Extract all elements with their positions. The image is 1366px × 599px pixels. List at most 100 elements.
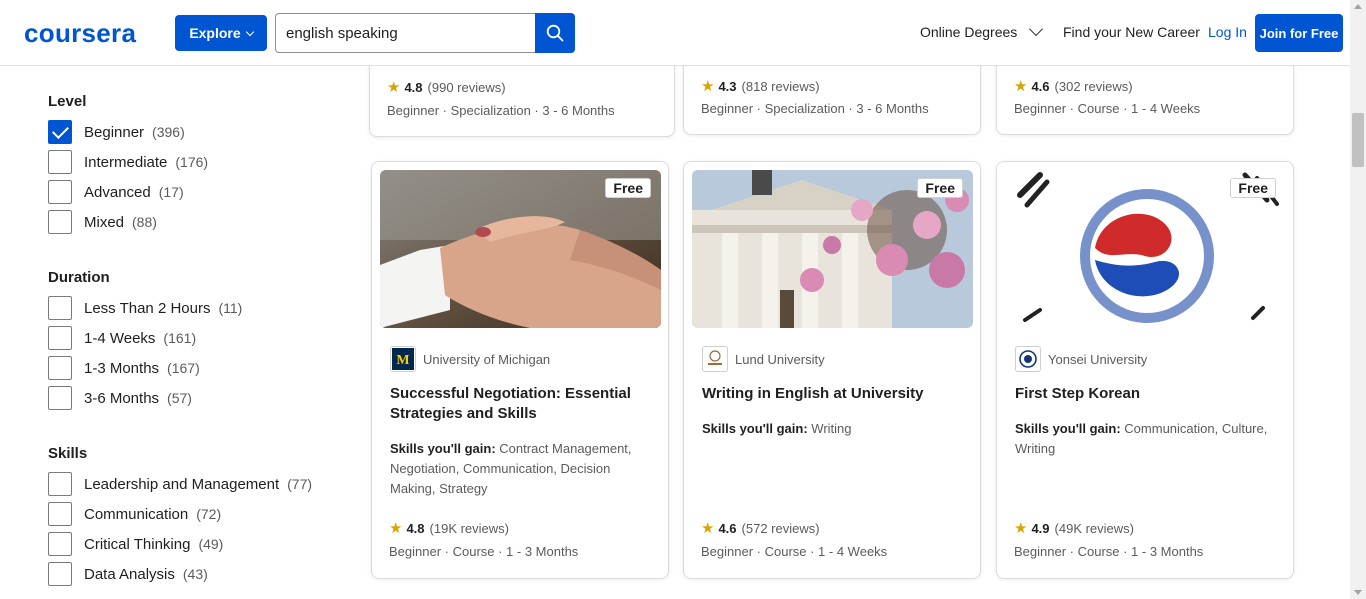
scroll-up-arrow-icon[interactable] <box>1354 4 1362 9</box>
filter-label: Leadership and Management <box>84 475 280 493</box>
filter-option-communication[interactable]: Communication (72) <box>48 502 221 526</box>
filter-option-advanced[interactable]: Advanced (17) <box>48 180 184 204</box>
filter-option-3-6-months[interactable]: 3-6 Months (57) <box>48 386 192 410</box>
checkbox[interactable] <box>48 150 72 174</box>
filter-title-skills: Skills <box>48 445 88 462</box>
course-card-first-step-korean[interactable]: Free Yonsei University First Step Korean… <box>996 161 1294 579</box>
filter-count: (88) <box>132 214 157 230</box>
card-rating: ★ 4.6 (302 reviews) <box>1014 77 1133 95</box>
rating-value: 4.8 <box>406 520 425 536</box>
course-title[interactable]: Successful Negotiation: Essential Strate… <box>390 384 650 424</box>
checkbox[interactable] <box>48 562 72 586</box>
filter-option-intermediate[interactable]: Intermediate (176) <box>48 150 208 174</box>
login-link[interactable]: Log In <box>1208 24 1247 40</box>
search-input[interactable] <box>275 13 535 53</box>
filter-title-duration: Duration <box>48 269 110 286</box>
review-count: (302 reviews) <box>1054 78 1133 94</box>
page-scrollbar[interactable] <box>1350 0 1366 599</box>
filter-count: (396) <box>152 124 185 140</box>
filter-option-1-4-weeks[interactable]: 1-4 Weeks (161) <box>48 326 196 350</box>
card-rating: ★ 4.3 (818 reviews) <box>701 77 820 95</box>
checkbox[interactable] <box>48 502 72 526</box>
rating-value: 4.8 <box>404 79 423 95</box>
filter-count: (72) <box>196 506 222 522</box>
skills-list: Writing <box>811 421 852 436</box>
join-for-free-button[interactable]: Join for Free <box>1255 14 1343 52</box>
filter-count: (176) <box>175 154 209 170</box>
checkbox-checked[interactable] <box>48 120 72 144</box>
yonsei-logo-icon <box>1015 346 1041 372</box>
filter-count: (77) <box>287 476 313 492</box>
course-card-negotiation[interactable]: Free M University of Michigan Successful… <box>371 161 669 579</box>
explore-button[interactable]: Explore <box>175 15 267 51</box>
filter-count: (49) <box>198 536 224 552</box>
card-rating: ★ 4.6 (572 reviews) <box>701 519 820 537</box>
filter-label: 1-4 Weeks <box>84 329 156 347</box>
online-degrees-label: Online Degrees <box>920 24 1018 40</box>
filter-count: (17) <box>158 184 184 200</box>
checkbox[interactable] <box>48 356 72 380</box>
card-rating: ★ 4.8 (990 reviews) <box>387 78 506 96</box>
review-count: (818 reviews) <box>741 78 820 94</box>
filter-option-data-analysis[interactable]: Data Analysis (43) <box>48 562 208 586</box>
find-career-link[interactable]: Find your New Career <box>1063 24 1200 40</box>
free-badge: Free <box>1230 178 1276 198</box>
partner-info: Lund University <box>702 346 825 372</box>
filter-option-mixed[interactable]: Mixed (88) <box>48 210 157 234</box>
course-image-taegeuk: Free <box>1005 170 1286 328</box>
filter-option-beginner[interactable]: Beginner (396) <box>48 120 185 144</box>
checkbox[interactable] <box>48 386 72 410</box>
top-header: coursera Explore Online Degrees Find you… <box>0 0 1350 66</box>
online-degrees-menu[interactable]: Online Degrees <box>920 21 1044 40</box>
filter-label: 1-3 Months <box>84 359 160 377</box>
star-icon: ★ <box>389 520 403 537</box>
card-meta: Beginner · Specialization · 3 - 6 Months <box>701 101 929 116</box>
card-meta: Beginner · Course · 1 - 3 Months <box>1014 544 1204 559</box>
checkbox[interactable] <box>48 532 72 556</box>
coursera-logo[interactable]: coursera <box>24 18 136 49</box>
course-title[interactable]: First Step Korean <box>1015 384 1275 404</box>
filter-count: (161) <box>163 330 197 346</box>
scroll-down-arrow-icon[interactable] <box>1354 590 1362 595</box>
review-count: (49K reviews) <box>1054 520 1134 536</box>
filter-title-level: Level <box>48 93 87 110</box>
lund-logo-icon <box>702 346 728 372</box>
partner-info: Yonsei University <box>1015 346 1147 372</box>
checkbox[interactable] <box>48 210 72 234</box>
filter-option-critical-thinking[interactable]: Critical Thinking (49) <box>48 532 223 556</box>
skills-text: Skills you'll gain: Contract Management,… <box>390 439 650 499</box>
chevron-down-icon <box>1029 21 1044 37</box>
search-button[interactable] <box>535 13 575 53</box>
star-icon: ★ <box>701 520 715 537</box>
filter-label: Intermediate <box>84 153 168 171</box>
checkbox[interactable] <box>48 326 72 350</box>
course-title[interactable]: Writing in English at University <box>702 384 962 404</box>
partner-name: Lund University <box>735 351 825 367</box>
checkbox[interactable] <box>48 180 72 204</box>
star-icon: ★ <box>1014 520 1028 537</box>
skills-prefix: Skills you'll gain: <box>1015 421 1121 436</box>
filter-count: (43) <box>182 566 208 582</box>
skills-text: Skills you'll gain: Writing <box>702 419 962 439</box>
explore-label: Explore <box>189 25 241 41</box>
filter-option-less-than-2-hours[interactable]: Less Than 2 Hours (11) <box>48 296 242 320</box>
filter-option-leadership[interactable]: Leadership and Management (77) <box>48 472 312 496</box>
review-count: (990 reviews) <box>427 79 506 95</box>
scrollbar-thumb[interactable] <box>1352 113 1364 167</box>
checkbox[interactable] <box>48 296 72 320</box>
chevron-down-icon <box>245 27 254 36</box>
checkbox[interactable] <box>48 472 72 496</box>
card-meta: Beginner · Course · 1 - 3 Months <box>389 544 579 559</box>
filter-count: (167) <box>167 360 200 376</box>
course-card-writing-english[interactable]: Free Lund University Writing in English … <box>683 161 981 579</box>
filter-label: Beginner <box>84 123 145 141</box>
star-icon: ★ <box>701 78 715 95</box>
filter-count: (57) <box>167 390 192 406</box>
filter-label: Critical Thinking <box>84 535 191 553</box>
free-badge: Free <box>917 178 963 198</box>
rating-value: 4.6 <box>718 520 737 536</box>
review-count: (572 reviews) <box>741 520 820 536</box>
star-icon: ★ <box>1014 78 1028 95</box>
filter-label: Less Than 2 Hours <box>84 299 211 317</box>
filter-option-1-3-months[interactable]: 1-3 Months (167) <box>48 356 200 380</box>
